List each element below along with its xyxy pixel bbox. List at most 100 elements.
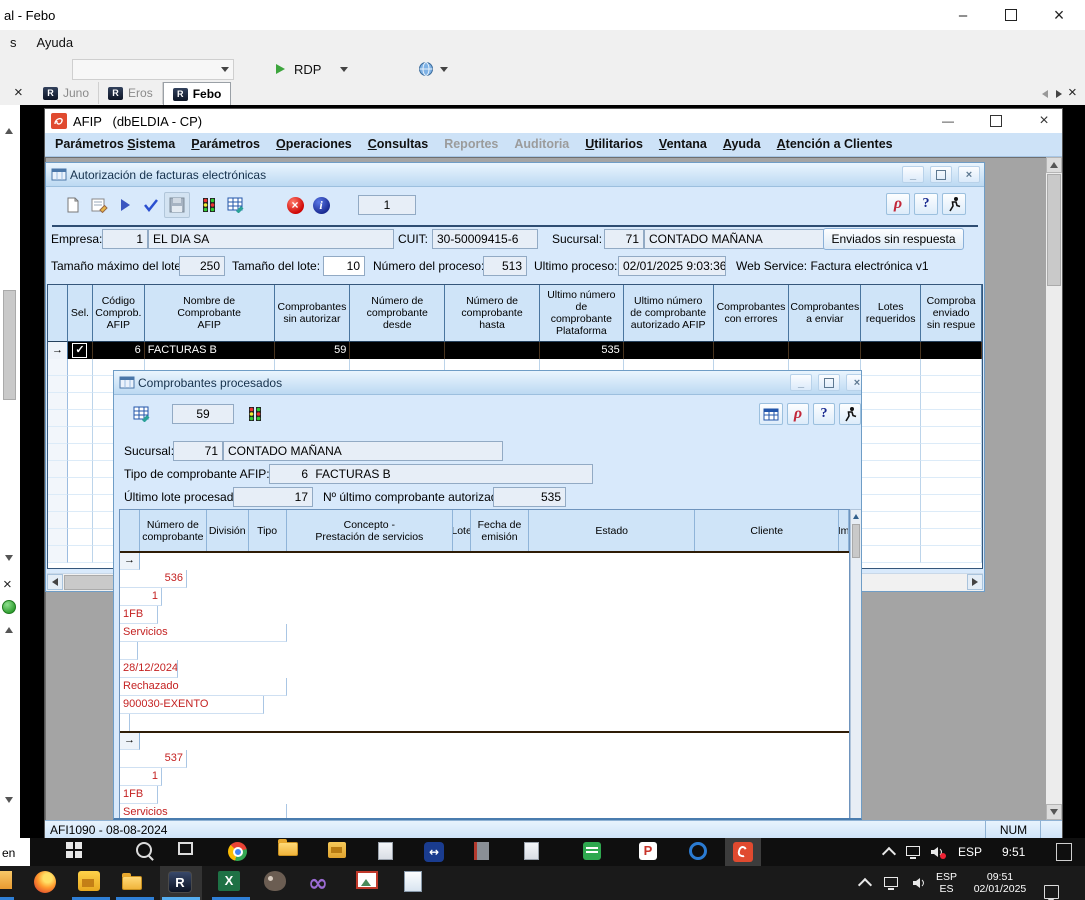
tamano-field[interactable]: 10: [323, 256, 365, 276]
sucursal-name-field[interactable]: CONTADO MAÑANA: [223, 441, 503, 461]
rdp-protocol-label[interactable]: RDP: [294, 62, 321, 77]
tab-close-icon[interactable]: [1068, 84, 1077, 101]
column-header-1[interactable]: Sel.: [68, 285, 93, 342]
minimize-button[interactable]: _: [790, 374, 812, 391]
host-language-indicator[interactable]: ESP ES: [936, 871, 957, 895]
taskbar-button-visual-studio[interactable]: [308, 871, 334, 895]
sucursal-code-field[interactable]: 71: [173, 441, 223, 461]
run-process-button[interactable]: [112, 192, 138, 218]
column-header-2[interactable]: División: [207, 510, 249, 552]
confirm-button[interactable]: [138, 192, 164, 218]
cuit-field[interactable]: 30-50009415-6: [432, 229, 538, 249]
menu-item-parametros[interactable]: Parámetros: [183, 133, 268, 155]
taskbar-button-search[interactable]: [136, 842, 158, 864]
afip-close-button[interactable]: ×: [1029, 112, 1059, 130]
menu-item-reportes[interactable]: Reportes: [436, 133, 506, 155]
maximize-button[interactable]: [930, 166, 952, 183]
scroll-down-button[interactable]: [1046, 804, 1062, 820]
scroll-right-button[interactable]: [967, 574, 983, 590]
panel-close-icon[interactable]: [14, 84, 23, 101]
taskbar-button-red-p-app[interactable]: [639, 842, 661, 864]
column-header-7[interactable]: Estado: [529, 510, 696, 552]
numero-proceso-field[interactable]: 513: [483, 256, 527, 276]
exit-button[interactable]: [942, 193, 966, 215]
speaker-icon[interactable]: [912, 877, 926, 889]
save-button[interactable]: [164, 192, 190, 218]
scrollbar-thumb[interactable]: [852, 524, 860, 558]
taskbar-button-file-explorer[interactable]: [122, 871, 148, 895]
record-counter-field[interactable]: 59: [172, 404, 234, 424]
scroll-left-button[interactable]: [47, 574, 63, 590]
context-help-button[interactable]: [886, 193, 910, 215]
host-menu-ayuda[interactable]: Ayuda: [27, 30, 84, 55]
taskbar-button-firefox[interactable]: [34, 871, 60, 895]
afip-minimize-button[interactable]: —: [933, 112, 963, 130]
notification-center-icon[interactable]: [1044, 885, 1059, 899]
help-button[interactable]: [813, 403, 835, 425]
menu-item-atencion-a-clientes[interactable]: Atención a Clientes: [769, 133, 901, 155]
afip-maximize-button[interactable]: [981, 112, 1011, 130]
taskbar-button-notepad[interactable]: [404, 871, 430, 895]
empresa-name-field[interactable]: EL DIA SA: [148, 229, 394, 249]
export-grid-button[interactable]: [128, 401, 154, 427]
host-close-button[interactable]: [1036, 0, 1082, 30]
column-header-9[interactable]: Comprobantes con errores: [714, 285, 790, 342]
cancel-button[interactable]: [282, 192, 308, 218]
tab-febo[interactable]: Febo: [163, 82, 232, 106]
taskbar-button-notepad[interactable]: [378, 842, 400, 864]
panel2-close-icon[interactable]: [3, 576, 12, 593]
column-header-3[interactable]: Nombre de Comprobante AFIP: [145, 285, 275, 342]
column-header-1[interactable]: Número de comprobante: [140, 510, 207, 552]
taskbar-button-task-view[interactable]: [178, 842, 200, 864]
column-header-11[interactable]: Lotes requeridos: [861, 285, 921, 342]
menu-item-operaciones[interactable]: Operaciones: [268, 133, 360, 155]
comprobante-row-536[interactable]: →53611FBServicios28/12/2024Rechazado9000…: [120, 552, 849, 732]
hscrollbar-thumb[interactable]: [64, 575, 119, 590]
column-header-6[interactable]: Fecha de emisión: [471, 510, 529, 552]
column-header-marker[interactable]: [120, 510, 140, 552]
column-header-9[interactable]: Im: [839, 510, 849, 552]
menu-item-auditoria[interactable]: Auditoria: [506, 133, 577, 155]
taskbar-button-address-book[interactable]: [474, 842, 496, 864]
properties-button[interactable]: [86, 192, 112, 218]
globe-dropdown-icon[interactable]: [440, 67, 448, 72]
comprobante-row-537[interactable]: →53711FBServicios28/12/2024Rechazado9000…: [120, 732, 849, 819]
connection-combobox[interactable]: [72, 59, 234, 80]
menu-item-ayuda[interactable]: Ayuda: [715, 133, 769, 155]
menu-item-parametros-sistema[interactable]: Parámetros Sistema: [47, 133, 183, 155]
exit-button[interactable]: [839, 403, 861, 425]
ultimo-lote-field[interactable]: 17: [233, 487, 313, 507]
checkbox-checked-icon[interactable]: ✓: [72, 343, 87, 358]
scrollbar-thumb[interactable]: [1047, 174, 1061, 286]
semaphore-button[interactable]: [242, 401, 268, 427]
tab-scroll-right-icon[interactable]: [1056, 90, 1062, 98]
scroll-up-button[interactable]: [852, 511, 860, 521]
host-clock[interactable]: 09:51 02/01/2025: [965, 871, 1035, 895]
panel2-scroll-down-icon[interactable]: [5, 797, 13, 803]
grid-b-vscrollbar[interactable]: [850, 509, 862, 819]
panel2-scroll-up-icon[interactable]: [5, 627, 13, 633]
menu-item-utilitarios[interactable]: Utilitarios: [577, 133, 651, 155]
column-header-5[interactable]: Lote: [453, 510, 471, 552]
tray-chevron-icon[interactable]: [882, 847, 896, 861]
show-desktop-button[interactable]: [1056, 843, 1072, 861]
selected-comprobante-row[interactable]: →✓6FACTURAS B59535: [48, 342, 982, 359]
close-button[interactable]: ×: [958, 166, 980, 183]
taskbar-button-toolbox[interactable]: [78, 871, 104, 895]
sel-checkbox-cell[interactable]: ✓: [68, 342, 93, 359]
column-header-10[interactable]: Comprobantes a enviar: [789, 285, 861, 342]
maximize-button[interactable]: [818, 374, 840, 391]
taskbar-button-excel[interactable]: [218, 871, 244, 895]
taskbar-button-calendar[interactable]: [583, 842, 605, 864]
panel-scroll-down-icon[interactable]: [5, 555, 13, 561]
semaphore-button[interactable]: [196, 192, 222, 218]
mdi-vertical-scrollbar[interactable]: [1046, 157, 1062, 820]
globe-icon[interactable]: [418, 61, 434, 77]
column-header-12[interactable]: Comproba enviado sin respue: [921, 285, 982, 342]
sucursal-name-field[interactable]: CONTADO MAÑANA: [644, 229, 836, 249]
network-icon[interactable]: [884, 877, 898, 887]
column-header-3[interactable]: Tipo: [249, 510, 287, 552]
taskbar-button-start[interactable]: [66, 842, 88, 864]
column-header-7[interactable]: Ultimo número de comprobante Plataforma: [540, 285, 624, 342]
column-header-6[interactable]: Número de comprobante hasta: [445, 285, 540, 342]
